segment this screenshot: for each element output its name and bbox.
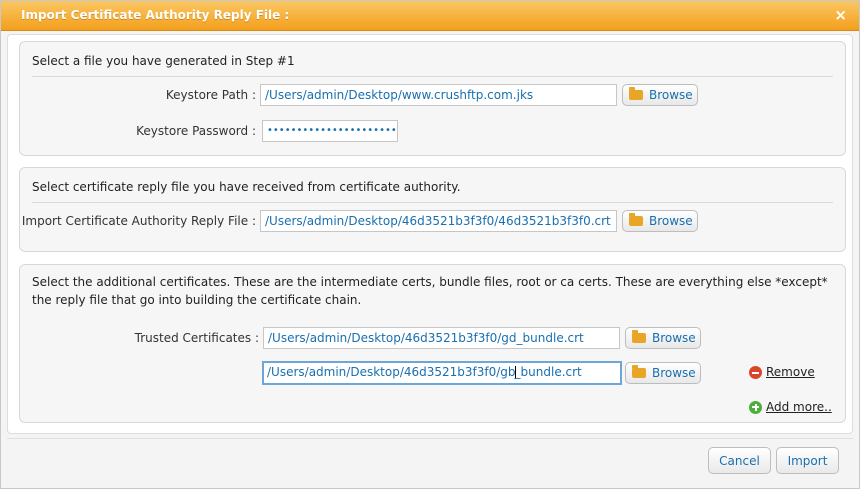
trusted-cert-input-2[interactable]: /Users/admin/Desktop/46d3521b3f3f0/gb_bu… bbox=[262, 361, 622, 385]
import-ca-reply-dialog: Import Certificate Authority Reply File … bbox=[0, 0, 860, 489]
remove-label: Remove bbox=[766, 365, 815, 379]
step1-section: Select a file you have generated in Step… bbox=[19, 41, 846, 156]
step1-heading: Select a file you have generated in Step… bbox=[32, 52, 833, 77]
keystore-path-label: Keystore Path : bbox=[165, 88, 256, 102]
import-button[interactable]: Import bbox=[776, 447, 839, 474]
cancel-button[interactable]: Cancel bbox=[708, 447, 771, 474]
add-more-label: Add more.. bbox=[766, 400, 832, 414]
dialog-title: Import Certificate Authority Reply File … bbox=[21, 8, 290, 22]
reply-section: Select certificate reply file you have r… bbox=[19, 167, 846, 252]
folder-icon bbox=[632, 365, 646, 378]
dialog-titlebar[interactable]: Import Certificate Authority Reply File … bbox=[1, 1, 859, 31]
dialog-content: Select a file you have generated in Step… bbox=[7, 34, 853, 434]
folder-icon bbox=[632, 330, 646, 343]
trusted-cert-input-1[interactable]: /Users/admin/Desktop/46d3521b3f3f0/gd_bu… bbox=[263, 327, 620, 349]
reply-heading: Select certificate reply file you have r… bbox=[32, 178, 833, 203]
footer-divider bbox=[7, 438, 853, 439]
add-more-button[interactable]: Add more.. bbox=[749, 400, 832, 414]
folder-icon bbox=[629, 213, 643, 226]
trusted-section: Select the additional certificates. Thes… bbox=[19, 264, 846, 423]
reply-file-label: Import Certificate Authority Reply File … bbox=[21, 214, 256, 228]
trusted-cert-text-before-caret: /Users/admin/Desktop/46d3521b3f3f0/gb bbox=[267, 365, 516, 379]
trusted-heading: Select the additional certificates. Thes… bbox=[32, 275, 828, 307]
keystore-path-input[interactable]: /Users/admin/Desktop/www.crushftp.com.jk… bbox=[260, 84, 617, 106]
remove-cert-button[interactable]: Remove bbox=[749, 365, 815, 379]
remove-icon bbox=[749, 365, 762, 379]
trusted-cert-text-after-caret: _bundle.crt bbox=[514, 365, 582, 379]
trusted-certs-label: Trusted Certificates : bbox=[134, 331, 259, 345]
folder-icon bbox=[629, 87, 643, 100]
close-icon[interactable]: × bbox=[834, 6, 847, 24]
keystore-password-label: Keystore Password : bbox=[136, 124, 256, 138]
keystore-password-input[interactable]: ••••••••••••••••••••••• bbox=[262, 120, 398, 142]
add-icon bbox=[749, 400, 762, 414]
reply-file-input[interactable]: /Users/admin/Desktop/46d3521b3f3f0/46d35… bbox=[260, 210, 617, 232]
browse-label: Browse bbox=[652, 366, 696, 380]
trusted-browse-button-2[interactable]: Browse bbox=[625, 362, 701, 384]
trusted-browse-button-1[interactable]: Browse bbox=[625, 327, 701, 349]
keystore-browse-button[interactable]: Browse bbox=[622, 84, 698, 106]
reply-browse-button[interactable]: Browse bbox=[622, 210, 698, 232]
browse-label: Browse bbox=[649, 214, 693, 228]
browse-label: Browse bbox=[652, 331, 696, 345]
browse-label: Browse bbox=[649, 88, 693, 102]
